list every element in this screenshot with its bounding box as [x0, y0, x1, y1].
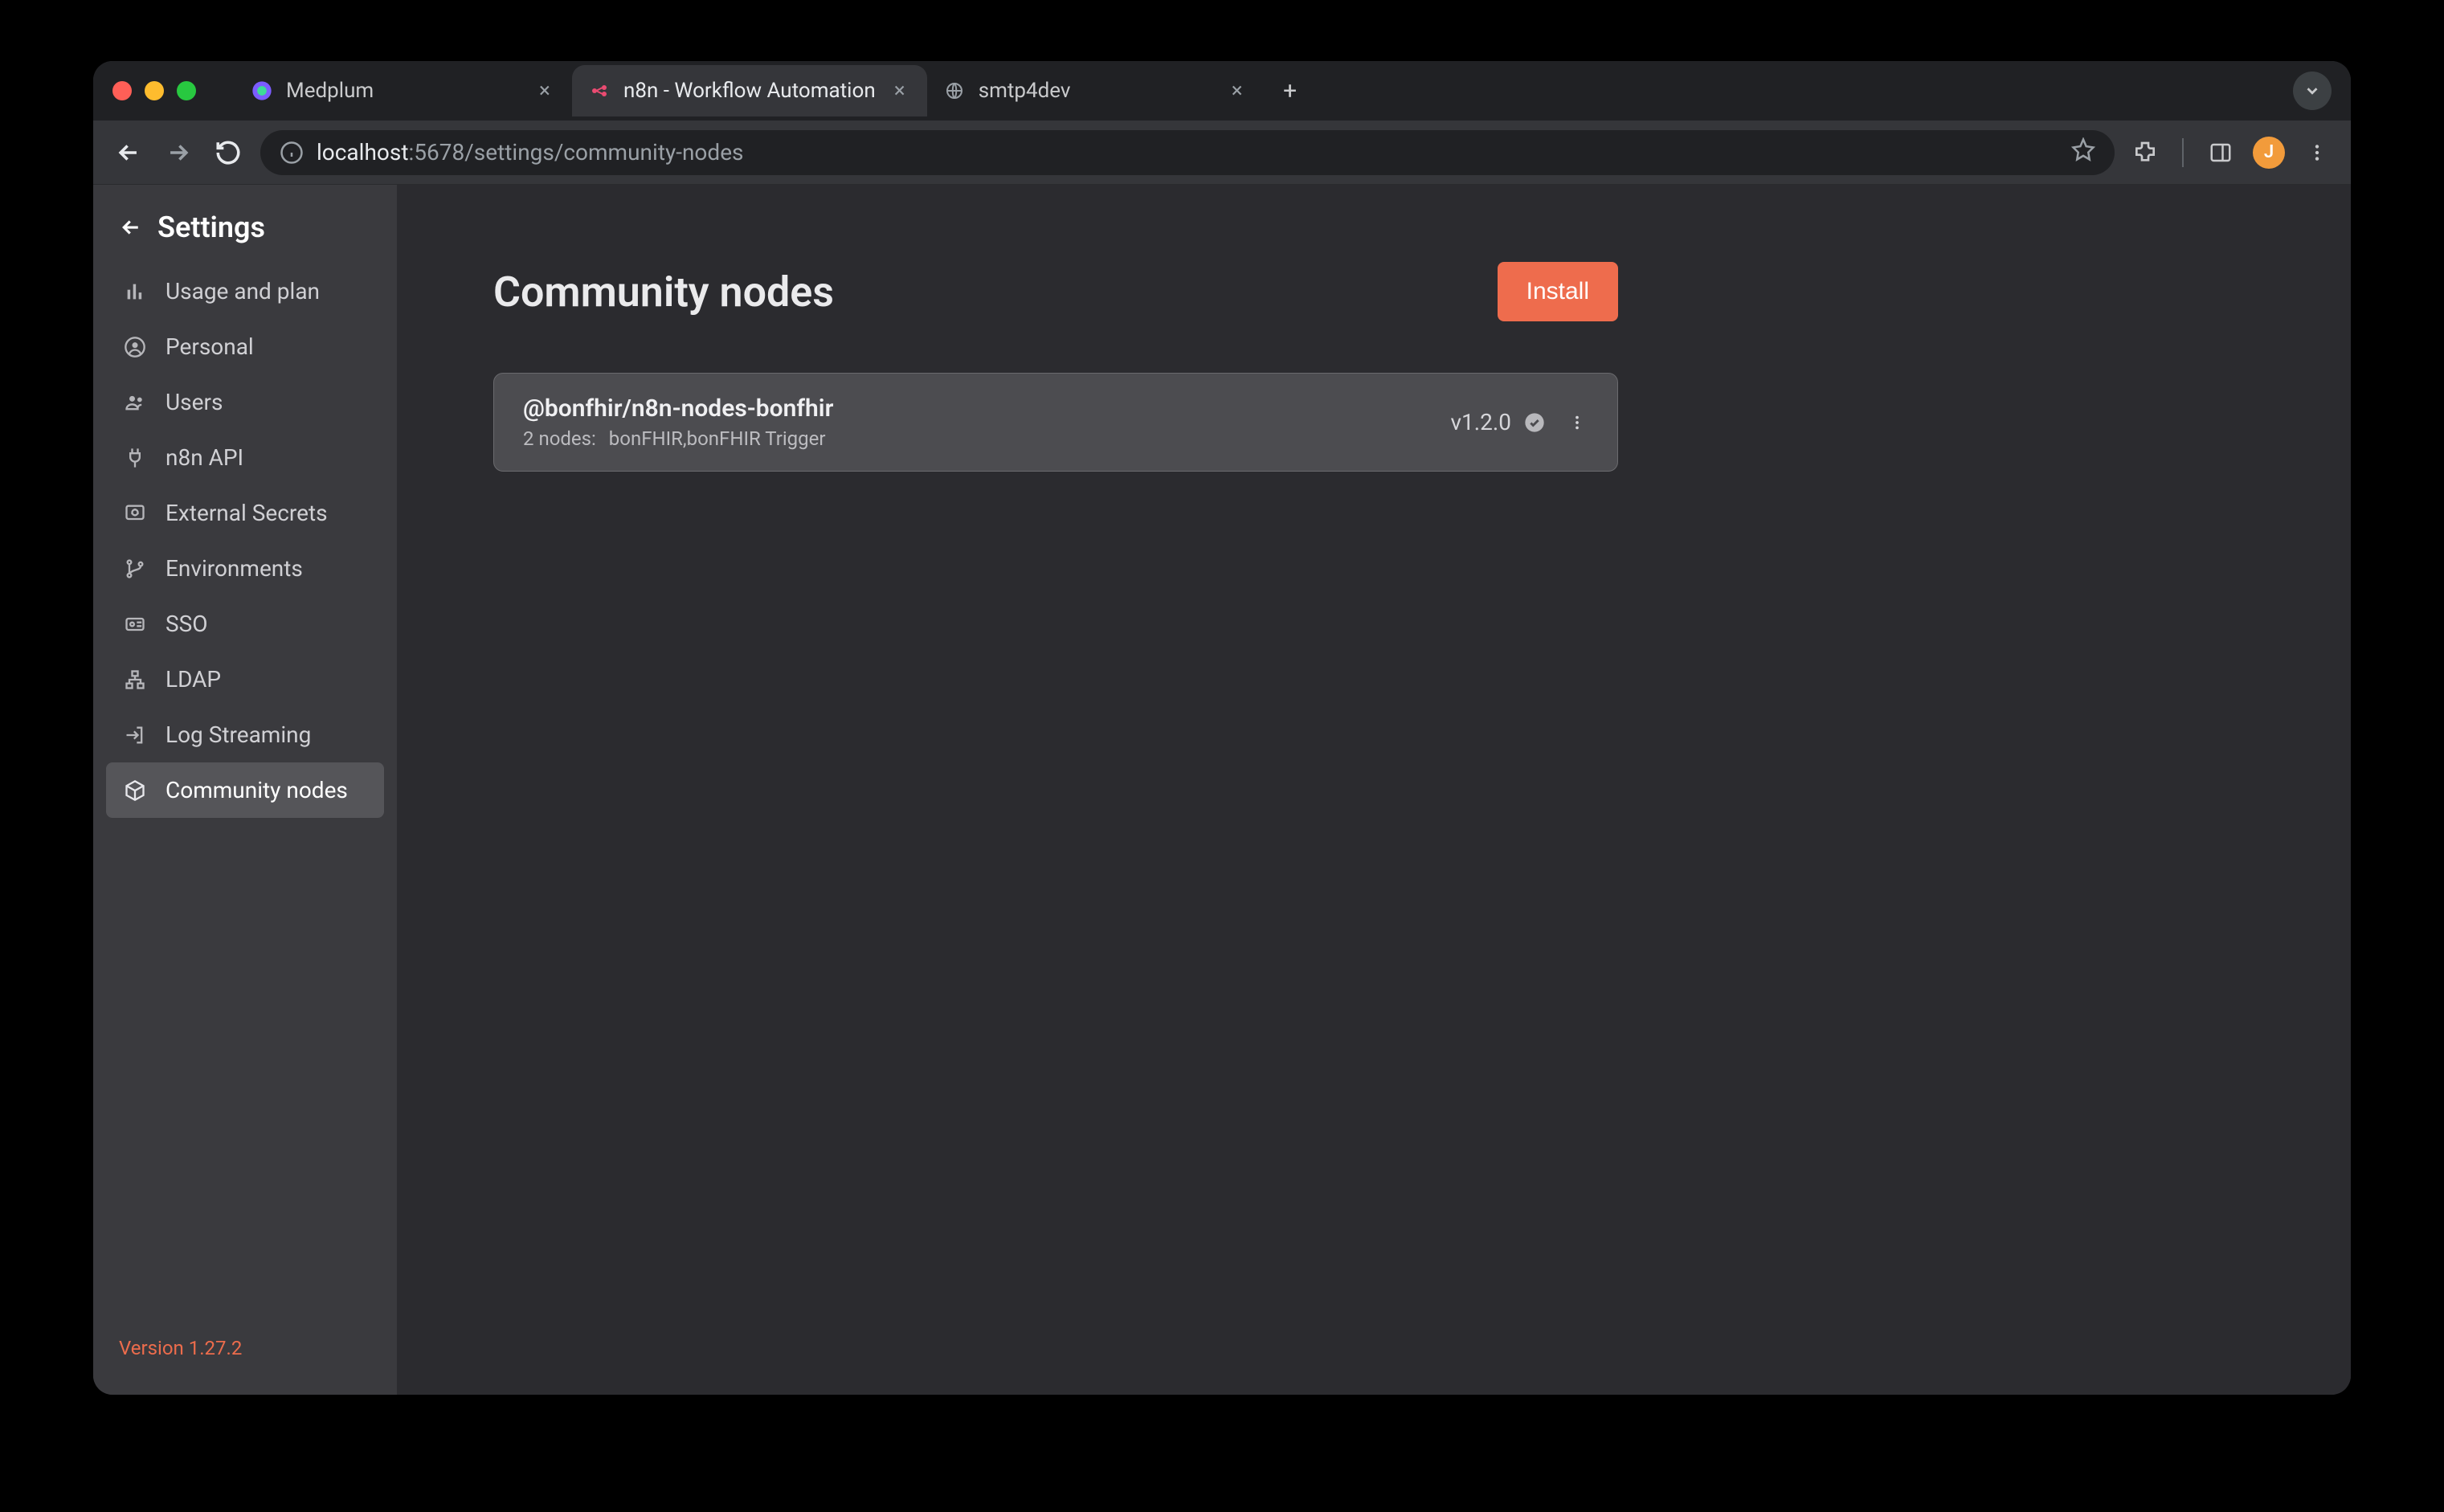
sidebar-item-users[interactable]: Users — [106, 374, 384, 430]
forward-button[interactable] — [161, 135, 196, 170]
sitemap-icon — [122, 667, 148, 693]
profile-avatar[interactable]: J — [2253, 137, 2285, 169]
side-panel-icon[interactable] — [2205, 137, 2237, 169]
sidebar-item-community-nodes[interactable]: Community nodes — [106, 762, 384, 818]
sidebar-item-usage[interactable]: Usage and plan — [106, 264, 384, 319]
package-version: v1.2.0 — [1450, 409, 1511, 435]
sidebar-item-label: Usage and plan — [166, 278, 320, 304]
sidebar-item-label: Community nodes — [166, 777, 348, 803]
favicon-n8n — [588, 80, 611, 102]
package-node-list: bonFHIR,bonFHIR Trigger — [609, 427, 826, 450]
sidebar-item-personal[interactable]: Personal — [106, 319, 384, 374]
version-label: Version 1.27.2 — [93, 1321, 397, 1375]
address-bar[interactable]: localhost:5678/settings/community-nodes — [260, 130, 2115, 175]
id-card-icon — [122, 611, 148, 637]
kebab-menu-icon[interactable] — [2301, 137, 2333, 169]
extensions-icon[interactable] — [2129, 137, 2161, 169]
site-info-icon[interactable] — [280, 141, 304, 165]
url-text: localhost:5678/settings/community-nodes — [317, 139, 2058, 166]
sidebar-item-label: n8n API — [166, 444, 243, 471]
package-card[interactable]: @bonfhir/n8n-nodes-bonfhir 2 nodes: bonF… — [493, 373, 1618, 472]
plug-icon — [122, 445, 148, 471]
browser-toolbar: localhost:5678/settings/community-nodes … — [93, 121, 2351, 185]
close-icon[interactable]: × — [889, 80, 911, 102]
separator — [2182, 138, 2184, 167]
browser-tabs: Medplum × n8n - Workflow Automation × sm… — [235, 61, 1310, 121]
package-node-count: 2 nodes: — [523, 427, 596, 450]
package-name: @bonfhir/n8n-nodes-bonfhir — [523, 394, 833, 423]
browser-tabbar: Medplum × n8n - Workflow Automation × sm… — [93, 61, 2351, 121]
window-close[interactable] — [112, 81, 132, 100]
back-arrow-icon[interactable] — [119, 215, 143, 239]
bookmark-star-icon[interactable] — [2071, 137, 2095, 167]
sidebar-item-label: Log Streaming — [166, 721, 311, 748]
chart-bar-icon — [122, 279, 148, 304]
package-meta: v1.2.0 — [1450, 409, 1588, 435]
browser-window: Medplum × n8n - Workflow Automation × sm… — [93, 61, 2351, 1395]
sidebar-item-label: LDAP — [166, 666, 221, 693]
sidebar-item-label: Environments — [166, 555, 303, 582]
vault-icon — [122, 501, 148, 526]
sign-out-icon — [122, 722, 148, 748]
app-body: Settings Usage and plan Personal — [93, 185, 2351, 1395]
kebab-menu-icon[interactable] — [1566, 411, 1588, 434]
sidebar-item-external-secrets[interactable]: External Secrets — [106, 485, 384, 541]
close-icon[interactable]: × — [1226, 80, 1249, 102]
install-button[interactable]: Install — [1498, 262, 1618, 321]
git-branch-icon — [122, 556, 148, 582]
browser-tab-n8n[interactable]: n8n - Workflow Automation × — [572, 65, 927, 116]
reload-button[interactable] — [210, 135, 246, 170]
main-header: Community nodes Install — [493, 262, 1618, 321]
tab-title: smtp4dev — [979, 79, 1213, 103]
sidebar-item-sso[interactable]: SSO — [106, 596, 384, 652]
sidebar-item-environments[interactable]: Environments — [106, 541, 384, 596]
tabs-dropdown[interactable] — [2293, 72, 2332, 110]
window-controls — [112, 81, 196, 100]
close-icon[interactable]: × — [533, 80, 556, 102]
sidebar-nav: Usage and plan Personal Users — [93, 264, 397, 818]
sidebar-header: Settings — [93, 204, 397, 264]
favicon-generic — [943, 80, 966, 102]
settings-sidebar: Settings Usage and plan Personal — [93, 185, 397, 1395]
sidebar-item-log-streaming[interactable]: Log Streaming — [106, 707, 384, 762]
package-subtitle: 2 nodes: bonFHIR,bonFHIR Trigger — [523, 427, 833, 450]
user-circle-icon — [122, 334, 148, 360]
page-title: Community nodes — [493, 268, 834, 317]
window-minimize[interactable] — [145, 81, 164, 100]
tab-title: Medplum — [286, 79, 521, 103]
sidebar-item-label: External Secrets — [166, 500, 328, 526]
main-content: Community nodes Install @bonfhir/n8n-nod… — [397, 185, 2351, 1395]
window-zoom[interactable] — [177, 81, 196, 100]
sidebar-item-n8n-api[interactable]: n8n API — [106, 430, 384, 485]
back-button[interactable] — [111, 135, 146, 170]
avatar-letter: J — [2264, 142, 2274, 162]
users-icon — [122, 390, 148, 415]
sidebar-item-label: Users — [166, 389, 223, 415]
sidebar-item-label: SSO — [166, 611, 208, 637]
browser-tab-smtp4dev[interactable]: smtp4dev × — [927, 65, 1265, 116]
sidebar-item-ldap[interactable]: LDAP — [106, 652, 384, 707]
url-path: :5678/settings/community-nodes — [408, 139, 743, 166]
sidebar-item-label: Personal — [166, 333, 254, 360]
toolbar-icons: J — [2129, 137, 2333, 169]
package-info: @bonfhir/n8n-nodes-bonfhir 2 nodes: bonF… — [523, 394, 833, 450]
new-tab-button[interactable]: + — [1271, 72, 1310, 110]
sidebar-title: Settings — [157, 210, 265, 244]
browser-tab-medplum[interactable]: Medplum × — [235, 65, 572, 116]
tab-title: n8n - Workflow Automation — [623, 79, 876, 103]
verified-check-icon — [1522, 411, 1547, 435]
url-host: localhost — [317, 139, 408, 166]
favicon-medplum — [251, 80, 273, 102]
cube-icon — [122, 778, 148, 803]
